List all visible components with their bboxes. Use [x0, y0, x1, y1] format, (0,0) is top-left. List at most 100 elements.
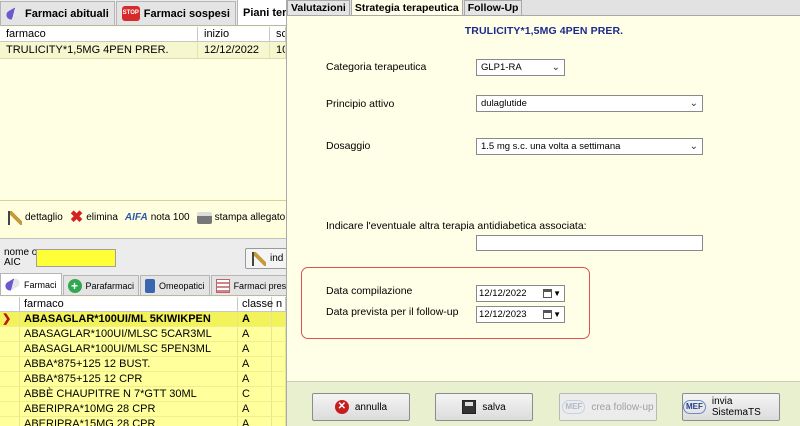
- salva-label: salva: [482, 401, 506, 413]
- printer-icon: [196, 211, 212, 224]
- dosaggio-value: 1.5 mg s.c. una volta a settimana: [481, 141, 621, 152]
- table-row[interactable]: ABBÈ CHAUPITRE N 7*GTT 30ML C: [0, 387, 286, 402]
- piani-terapeutici-table: farmaco inizio sc TRULICITY*1,5MG 4PEN P…: [0, 27, 286, 199]
- annulla-button[interactable]: ✕ annulla: [312, 393, 410, 421]
- table-row[interactable]: ❯ ABASAGLAR*100UI/ML 5KIWIKPEN A: [0, 312, 286, 327]
- aifa-icon: AIFA: [124, 212, 148, 223]
- pills-icon: [3, 276, 22, 293]
- mef-icon: MEF: [562, 400, 586, 414]
- drug-title: TRULICITY*1,5MG 4PEN PRER.: [464, 25, 624, 37]
- pills-icon: [4, 5, 23, 22]
- document-icon: [215, 278, 230, 293]
- elimina-label: elimina: [86, 212, 118, 223]
- elimina-button[interactable]: ✖ elimina: [70, 209, 118, 225]
- cell-inizio: 12/12/2022: [198, 42, 270, 58]
- categoria-select[interactable]: GLP1-RA ⌄: [476, 59, 565, 76]
- cell-marker: [0, 327, 20, 341]
- nota-label: nota 100: [150, 212, 190, 223]
- tab-farmaci-sospesi[interactable]: STOP Farmaci sospesi: [115, 1, 236, 25]
- principio-label: Principio attivo: [326, 98, 395, 110]
- cell-extra: [272, 327, 286, 341]
- cell-farmaco: ABBÈ CHAUPITRE N 7*GTT 30ML: [20, 387, 238, 401]
- tab-strategia-terapeutica[interactable]: Strategia terapeutica: [350, 0, 463, 15]
- search-label: nome o AIC: [4, 248, 37, 268]
- stampa-label: stampa allegato 1: [214, 212, 286, 223]
- cell-classe: A: [238, 312, 272, 326]
- cell-classe: A: [238, 402, 272, 416]
- background-app: Farmaci abituali STOP Farmaci sospesi Pi…: [0, 0, 286, 426]
- pencil-icon: [252, 251, 266, 266]
- dettaglio-button[interactable]: dettaglio: [8, 210, 63, 225]
- data-followup-picker[interactable]: 12/12/2023 ▼: [476, 306, 565, 323]
- pencil-icon: [8, 210, 22, 225]
- top-tabs: Farmaci abituali STOP Farmaci sospesi Pi…: [0, 0, 286, 26]
- tab-label: Parafarmaci: [85, 280, 135, 291]
- table-row[interactable]: ABERIPRA*10MG 28 CPR A: [0, 402, 286, 417]
- annulla-label: annulla: [354, 401, 388, 413]
- tab-farmaci[interactable]: Farmaci: [0, 273, 62, 295]
- farmaci-table: farmaco classe n ❯ ABASAGLAR*100UI/ML 5K…: [0, 297, 286, 426]
- calendar-icon: [543, 310, 552, 319]
- search-zone: nome o AIC ind: [0, 238, 286, 274]
- invia-sistemats-button[interactable]: MEF invia SistemaTS: [682, 393, 780, 421]
- principio-select[interactable]: dulaglutide ⌄: [476, 95, 703, 112]
- salva-button[interactable]: salva: [435, 393, 533, 421]
- tab-farmaci-prescritti[interactable]: Farmaci prescrit: [210, 275, 286, 295]
- data-compilazione-picker[interactable]: 12/12/2022 ▼: [476, 285, 565, 302]
- column-header-classe[interactable]: classe: [238, 297, 273, 311]
- tab-follow-up[interactable]: Follow-Up: [463, 0, 523, 15]
- cell-classe: A: [238, 372, 272, 386]
- cell-marker: [0, 417, 20, 426]
- dosaggio-select[interactable]: 1.5 mg s.c. una volta a settimana ⌄: [476, 138, 703, 155]
- principio-value: dulaglutide: [481, 98, 527, 109]
- tab-label: Farmaci prescrit: [233, 280, 286, 291]
- column-header-farmaco[interactable]: farmaco: [0, 27, 198, 41]
- table-row[interactable]: ABASAGLAR*100UI/MLSC 5PEN3ML A: [0, 342, 286, 357]
- cell-farmaco: ABERIPRA*10MG 28 CPR: [20, 402, 238, 416]
- stampa-allegato-button[interactable]: stampa allegato 1: [196, 211, 286, 224]
- table-row[interactable]: ABBA*875+125 12 CPR A: [0, 372, 286, 387]
- column-header-marker: [0, 297, 20, 311]
- table-row[interactable]: ABASAGLAR*100UI/MLSC 5CAR3ML A: [0, 327, 286, 342]
- piani-toolbar: dettaglio ✖ elimina AIFA nota 100 stampa…: [0, 200, 286, 234]
- tab-piani-terapeutici[interactable]: Piani terapeutici: [236, 0, 286, 25]
- column-header-extra[interactable]: sc: [270, 27, 286, 41]
- cell-marker: [0, 387, 20, 401]
- tab-label: Farmaci abituali: [25, 7, 109, 20]
- column-header-farmaco[interactable]: farmaco: [20, 297, 238, 311]
- column-header-extra[interactable]: n: [272, 297, 286, 311]
- bottom-tabs: Farmaci + Parafarmaci Omeopatici Farmaci…: [0, 273, 286, 296]
- dialog-tabs: Valutazioni Strategia terapeutica Follow…: [287, 0, 800, 16]
- cell-marker: [0, 402, 20, 416]
- column-header-inizio[interactable]: inizio: [198, 27, 270, 41]
- altra-terapia-input[interactable]: [476, 235, 703, 251]
- cell-classe: A: [238, 342, 272, 356]
- chevron-down-icon: ⌄: [689, 141, 698, 152]
- nota-100-button[interactable]: AIFA nota 100: [125, 212, 190, 223]
- table-row[interactable]: ABERIPRA*15MG 28 CPR A: [0, 417, 286, 426]
- table-row[interactable]: TRULICITY*1,5MG 4PEN PRER. 12/12/2022 10: [0, 42, 286, 59]
- calendar-icon: [543, 289, 552, 298]
- data-followup-label: Data prevista per il follow-up: [326, 306, 459, 318]
- dropdown-arrow-icon: ▼: [553, 310, 561, 319]
- cell-marker: [0, 342, 20, 356]
- search-button[interactable]: ind: [245, 248, 286, 269]
- cell-classe: A: [238, 417, 272, 426]
- tab-label: Piani terapeutici: [242, 6, 286, 19]
- search-button-label: ind: [270, 253, 284, 264]
- tab-valutazioni[interactable]: Valutazioni: [287, 0, 350, 15]
- dialog-footer: ✕ annulla salva MEF crea follow-up MEF i…: [287, 381, 800, 426]
- cell-farmaco: ABBA*875+125 12 BUST.: [20, 357, 238, 371]
- strategia-dialog: Valutazioni Strategia terapeutica Follow…: [286, 0, 800, 426]
- table-row[interactable]: ABBA*875+125 12 BUST. A: [0, 357, 286, 372]
- chevron-down-icon: ⌄: [551, 62, 560, 73]
- mef-icon: MEF: [683, 400, 706, 414]
- tab-farmaci-abituali[interactable]: Farmaci abituali: [0, 1, 115, 25]
- dosaggio-label: Dosaggio: [326, 140, 371, 152]
- search-input[interactable]: [36, 249, 116, 267]
- crea-follow-up-button[interactable]: MEF crea follow-up: [559, 393, 657, 421]
- tab-omeopatici[interactable]: Omeopatici: [140, 275, 210, 295]
- cell-extra: [272, 402, 286, 416]
- stop-icon: STOP: [121, 6, 140, 21]
- tab-parafarmaci[interactable]: + Parafarmaci: [62, 275, 140, 295]
